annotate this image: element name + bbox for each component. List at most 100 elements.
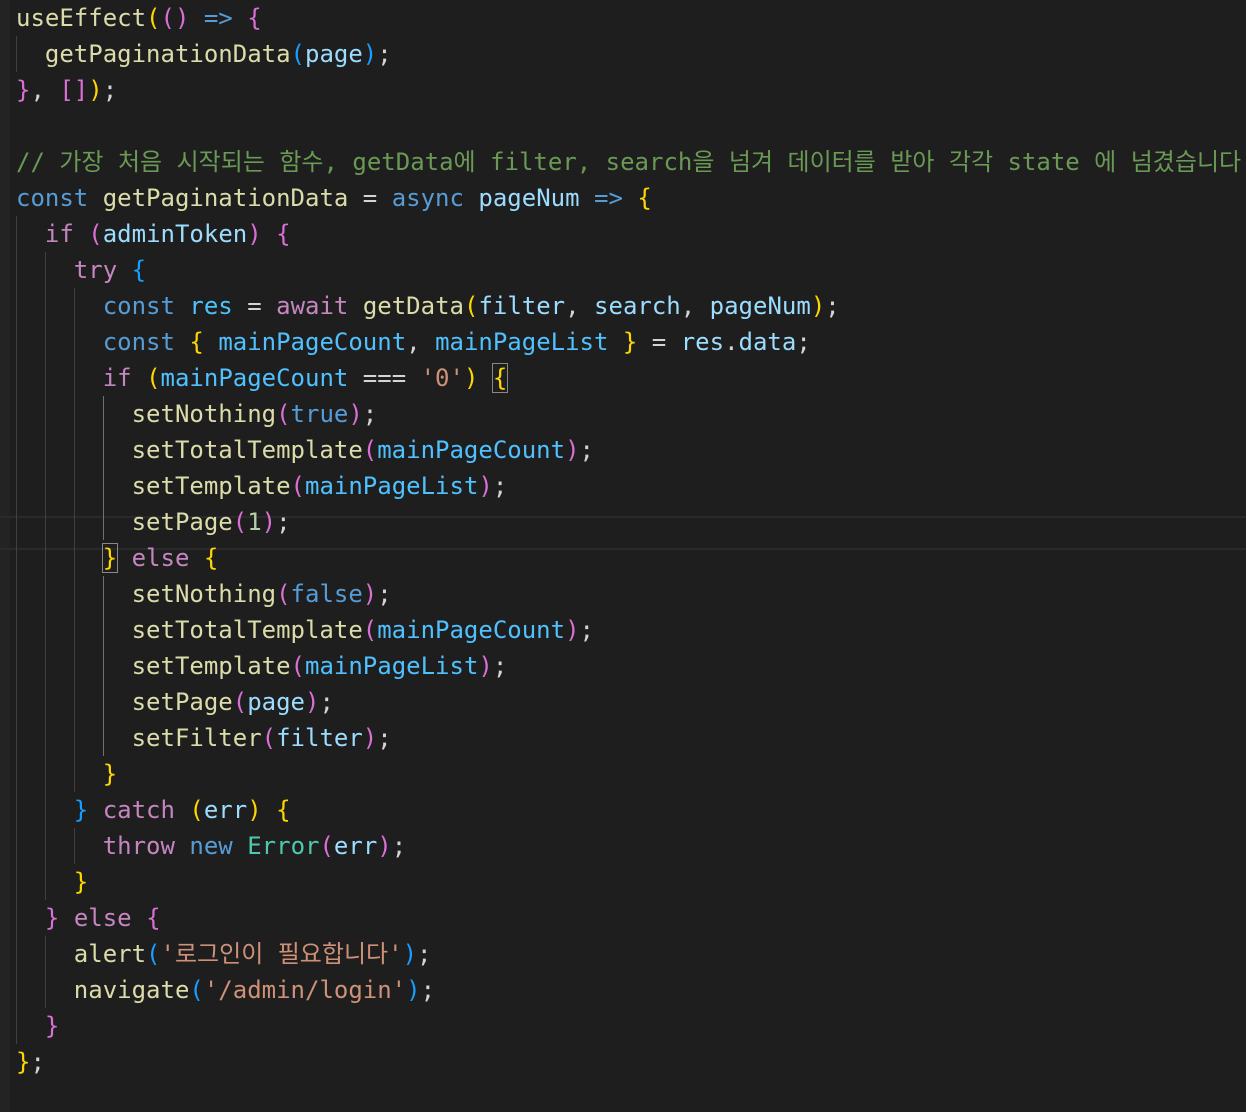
code-line[interactable]: } [16,1008,59,1044]
code-line[interactable]: } else { [16,540,218,576]
code-token: ; [796,328,811,356]
code-token: } [101,543,119,573]
code-token: async [391,184,464,212]
code-token: else [131,544,190,572]
code-line[interactable]: alert('로그인이 필요합니다'); [16,936,432,972]
code-line[interactable]: if (adminToken) { [16,216,291,252]
code-token: { [247,4,262,32]
code-line[interactable]: setFilter(filter); [16,720,392,756]
code-token: ) [478,472,493,500]
editor-gutter [0,0,10,1112]
code-token: { [189,328,204,356]
code-token: ( [189,976,204,1004]
code-line[interactable]: setTemplate(mainPageList); [16,648,508,684]
code-line[interactable]: useEffect(() => { [16,0,262,36]
code-line[interactable]: } else { [16,900,161,936]
code-token: , [30,76,60,104]
code-token: ) [478,652,493,680]
code-token: // 가장 처음 시작되는 함수, getData에 filter, searc… [16,148,1242,176]
code-token: ( [88,220,103,248]
code-token: 1 [247,508,262,536]
code-line[interactable]: getPaginationData(page); [16,36,392,72]
code-token: ) [565,616,580,644]
code-token: } [73,868,89,896]
code-line[interactable]: const getPaginationData = async pageNum … [16,180,652,216]
code-line[interactable]: setPage(page); [16,684,334,720]
code-token: getData [362,292,464,320]
code-token: ) [362,580,378,608]
code-line[interactable]: } [16,864,88,900]
code-token: ) [247,796,262,824]
code-token: navigate [73,976,190,1004]
code-token: ( [362,436,378,464]
code-token: ) [362,724,378,752]
code-token: ( [290,652,305,680]
code-token: } [16,1048,31,1076]
code-token: const [16,184,89,212]
code-token: ( [261,724,277,752]
code-token: ; [377,40,392,68]
code-line[interactable]: setPage(1); [16,504,291,540]
code-line[interactable]: } catch (err) { [16,792,291,828]
code-token: '로그인이 필요합니다' [160,940,403,968]
code-line[interactable]: } [16,756,117,792]
code-token: , [565,292,595,320]
code-token: setTemplate [131,472,291,500]
code-token: err [333,832,378,860]
code-line[interactable]: }; [16,1044,45,1080]
code-line[interactable]: setTemplate(mainPageList); [16,468,508,504]
code-token: ( [146,364,161,392]
code-token: { [491,363,509,393]
code-token: [] [59,76,89,104]
code-token: = [348,184,392,212]
code-token: setTotalTemplate [131,616,363,644]
code-line[interactable]: setNothing(false); [16,576,392,612]
code-line[interactable]: navigate('/admin/login'); [16,972,435,1008]
code-line[interactable]: throw new Error(err); [16,828,406,864]
code-token: { [146,904,161,932]
code-line[interactable]: const { mainPageCount, mainPageList } = … [16,324,811,360]
code-token: ( [362,616,378,644]
code-token: = [232,292,277,320]
code-line[interactable]: setNothing(true); [16,396,378,432]
code-line[interactable]: if (mainPageCount === '0') { [16,360,509,396]
code-token: res [680,328,725,356]
code-line[interactable]: // 가장 처음 시작되는 함수, getData에 filter, searc… [16,144,1241,180]
code-token: { [276,220,291,248]
code-token: ( [319,832,334,860]
code-token: ; [276,508,291,536]
code-token: ( [232,688,248,716]
code-line[interactable]: try { [16,252,146,288]
code-token: res [189,292,233,320]
code-token: ; [102,76,118,104]
code-token: ; [391,832,407,860]
code-token: setNothing [131,400,277,428]
code-editor[interactable]: useEffect(() => { getPaginationData(page… [0,0,1246,1112]
code-token: search [594,292,681,320]
code-token: ; [377,580,392,608]
code-line[interactable]: setTotalTemplate(mainPageCount); [16,432,594,468]
code-line[interactable]: setTotalTemplate(mainPageCount); [16,612,594,648]
code-token: Error [247,832,320,860]
code-line[interactable]: const res = await getData(filter, search… [16,288,840,324]
code-line[interactable]: }, []); [16,72,117,108]
code-token: ; [492,652,508,680]
code-token: filter [478,292,566,320]
